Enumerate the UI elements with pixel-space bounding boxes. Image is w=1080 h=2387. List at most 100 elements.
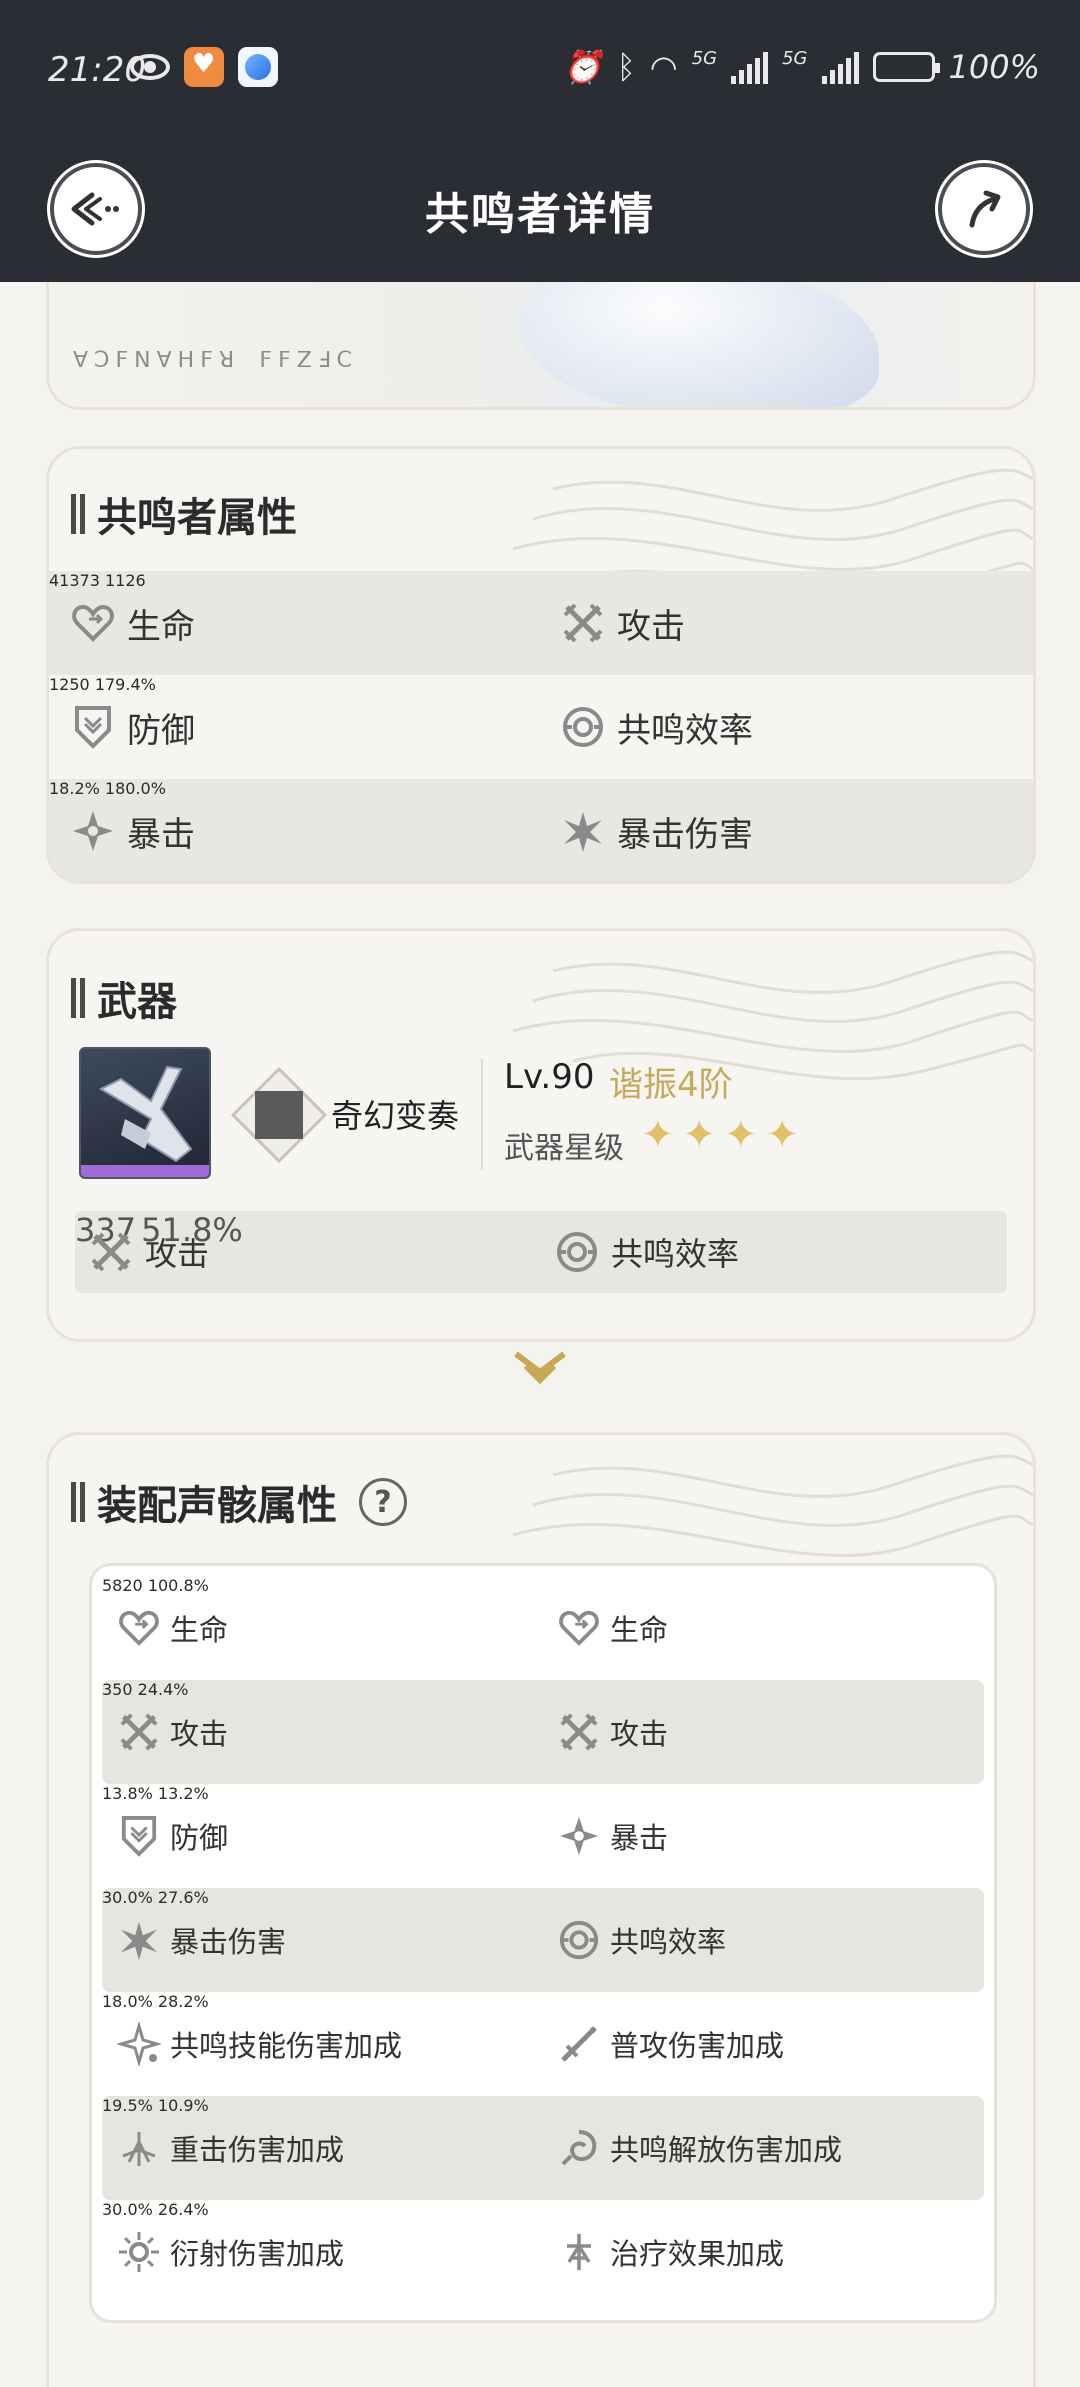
echo-stat: 重击伤害加成 [116,2096,344,2200]
share-button[interactable] [938,163,1030,255]
diffraction-icon [116,2229,162,2275]
burst-icon [116,1917,162,1963]
echo-stat: 生命 [556,1576,668,1680]
browser-notification-icon [238,47,278,87]
heavy-attack-icon [116,2125,162,2171]
weapon-stat-label: 攻击 [145,1235,210,1273]
echo-stat: 攻击 [116,1680,228,1784]
alarm-icon: ⏰ [562,48,603,86]
weapon-card: 武器 奇幻变奏 Lv.90 谐振4阶 武器星级 ✦ ✦ ✦ ✦ 攻击 337 共… [46,928,1036,1342]
stat-hp: 生命 [69,571,195,675]
star-icon: ✦ [724,1112,758,1158]
echo-stats-card: 装配声骸属性 ? 生命 5820 生命 100.8% 攻击 350 攻击 24.… [46,1432,1036,2387]
echo-stat-label: 暴击伤害 [170,1925,287,1959]
echo-stat-label: 普攻伤害加成 [610,2029,785,2063]
wifi-icon: ◠ [649,48,678,86]
echo-stats-title: 装配声骸属性 ? [71,1477,407,1529]
signal-icon-1 [731,50,769,84]
echo-stat: 共鸣技能伤害加成 [116,1992,402,2096]
echo-stat: 治疗效果加成 [556,2200,784,2304]
sword-cross-icon [87,1228,135,1276]
star-icon: ✦ [682,1112,717,1158]
burst-icon [559,807,607,855]
weapon-rarity-bar [81,1165,209,1177]
echo-stat-label: 生命 [610,1613,669,1647]
status-bar: 21:20 ⏰ ᛒ ◠ 5G 5G 100% [0,40,1080,100]
resonator-stats-title-text: 共鸣者属性 [97,495,297,541]
energy-ring-icon [556,1917,602,1963]
gauntlet-type-icon [255,1091,303,1139]
sparkle-icon [69,807,117,855]
weapon-stats-bar: 攻击 337 共鸣效率 51.8% [75,1211,1007,1293]
eye-icon [130,54,170,80]
app-root: 21:20 ⏰ ᛒ ◠ 5G 5G 100% [0,0,1080,2387]
echo-stat-label: 共鸣技能伤害加成 [170,2029,403,2063]
echo-stat: 暴击 [556,1784,668,1888]
page-title: 共鸣者详情 [425,189,655,240]
slash-icon [556,2021,602,2067]
echo-stat: 共鸣效率 [556,1888,726,1992]
status-right-icons: ⏰ ᛒ ◠ 5G 5G 100% [563,48,1040,86]
echo-stat-row: 重击伤害加成 19.5% 共鸣解放伤害加成 10.9% [102,2096,984,2200]
weapon-stat-energy: 共鸣效率 [553,1211,739,1293]
energy-ring-icon [553,1228,601,1276]
echo-stat: 共鸣解放伤害加成 [556,2096,842,2200]
echo-stat-row: 共鸣技能伤害加成 18.0% 普攻伤害加成 28.2% [102,1992,984,2096]
weapon-stars: ✦ ✦ ✦ ✦ [641,1115,799,1155]
heart-icon [116,1605,162,1651]
stat-label: 攻击 [617,606,685,647]
signal-icon-2 [821,50,859,84]
echo-stat-row: 攻击 350 攻击 24.4% [102,1680,984,1784]
network-label-1: 5G [691,48,718,69]
resonator-stats-title: 共鸣者属性 [71,489,297,541]
skill-star-icon [116,2021,162,2067]
stat-energy-regen: 共鸣效率 [559,675,753,779]
echo-stats-panel: 生命 5820 生命 100.8% 攻击 350 攻击 24.4% 防御 13.… [89,1563,997,2323]
battery-icon [872,52,940,82]
weapon-stat-label: 共鸣效率 [611,1235,740,1273]
help-icon[interactable]: ? [359,1478,407,1526]
echo-stat-label: 重击伤害加成 [170,2133,345,2167]
chevron-down-icon[interactable] [512,1350,568,1390]
echo-stat-label: 暴击 [610,1821,669,1855]
healing-icon [556,2229,602,2275]
battery-level: 100% [948,48,1040,86]
echo-stat-row: 衍射伤害加成 30.0% 治疗效果加成 26.4% [102,2200,984,2304]
shield-icon [116,1813,162,1859]
echo-stat-label: 共鸣效率 [610,1925,727,1959]
character-banner: ꓯꓛꓝꓠꓯꓧꓝꓤ ꓝꓝꓜꓞꓚ [46,270,1036,410]
stat-label: 暴击 [127,814,195,855]
echo-stat-row: 暴击伤害 30.0% 共鸣效率 27.6% [102,1888,984,1992]
stat-atk: 攻击 [559,571,685,675]
echo-stat-row: 生命 5820 生命 100.8% [102,1576,984,1680]
star-icon: ✦ [765,1112,800,1158]
stat-label: 暴击伤害 [617,814,753,855]
top-header: 21:20 ⏰ ᛒ ◠ 5G 5G 100% [0,0,1080,282]
heart-icon [556,1605,602,1651]
echo-stat-label: 共鸣解放伤害加成 [610,2133,843,2167]
heart-icon [69,599,117,647]
weapon-rank: 谐振4阶 [609,1065,733,1105]
weapon-type-badge [230,1066,328,1164]
echo-stat-label: 生命 [170,1613,229,1647]
shield-icon [69,703,117,751]
weapon-thumbnail[interactable] [79,1047,211,1179]
resonator-stats-card: 共鸣者属性 生命 41373 攻击 1126 防御 1250 共鸣效率 179.… [46,446,1036,884]
weapon-title: 武器 [71,973,177,1025]
echo-stat-label: 防御 [170,1821,229,1855]
stat-row: 防御 1250 共鸣效率 179.4% [49,675,1033,779]
stat-label: 共鸣效率 [617,710,753,751]
weapon-title-text: 武器 [97,979,177,1025]
echo-stat-label: 攻击 [170,1717,229,1751]
echo-stat-label: 攻击 [610,1717,669,1751]
echo-stat-row: 防御 13.8% 暴击 13.2% [102,1784,984,1888]
stat-crit-dmg: 暴击伤害 [559,779,753,881]
bluetooth-icon: ᛒ [616,48,636,86]
app-notification-icon [184,47,224,87]
energy-ring-icon [559,703,607,751]
banner-rune-text: ꓯꓛꓝꓠꓯꓧꓝꓤ ꓝꓝꓜꓞꓚ [73,348,358,373]
echo-stat: 暴击伤害 [116,1888,286,1992]
weapon-gauntlet-icon [98,1065,193,1163]
sword-cross-icon [116,1709,162,1755]
stat-crit-rate: 暴击 [69,779,195,881]
